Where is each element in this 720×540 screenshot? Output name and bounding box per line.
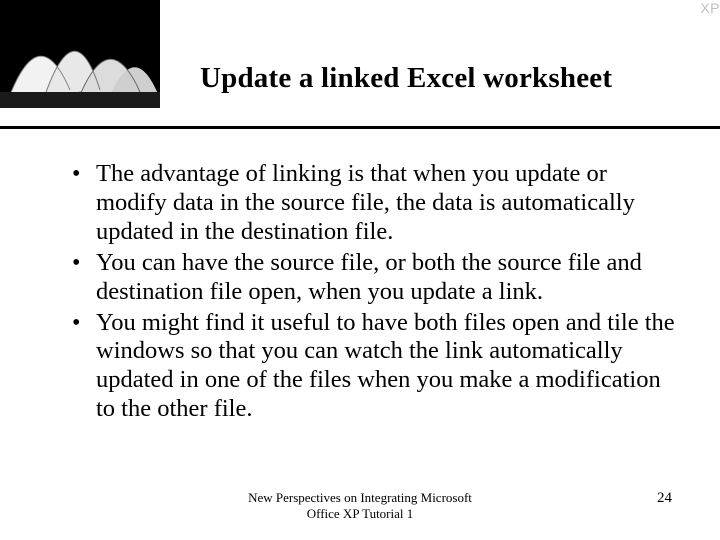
footer-text: New Perspectives on Integrating Microsof… <box>248 490 472 521</box>
list-item: You might find it useful to have both fi… <box>68 309 680 425</box>
list-item: You can have the source file, or both th… <box>68 249 680 307</box>
bullet-list: The advantage of linking is that when yo… <box>68 160 680 424</box>
header-divider <box>0 126 720 129</box>
list-item: The advantage of linking is that when yo… <box>68 160 680 247</box>
slide-body: The advantage of linking is that when yo… <box>68 160 680 426</box>
logo-image <box>0 0 160 108</box>
slide-footer: New Perspectives on Integrating Microsof… <box>0 490 720 526</box>
xp-badge: XP <box>700 0 720 16</box>
page-number: 24 <box>657 490 672 507</box>
slide-header: XP Update a linked Excel worksheet <box>0 0 720 130</box>
slide-title: Update a linked Excel worksheet <box>200 62 700 95</box>
